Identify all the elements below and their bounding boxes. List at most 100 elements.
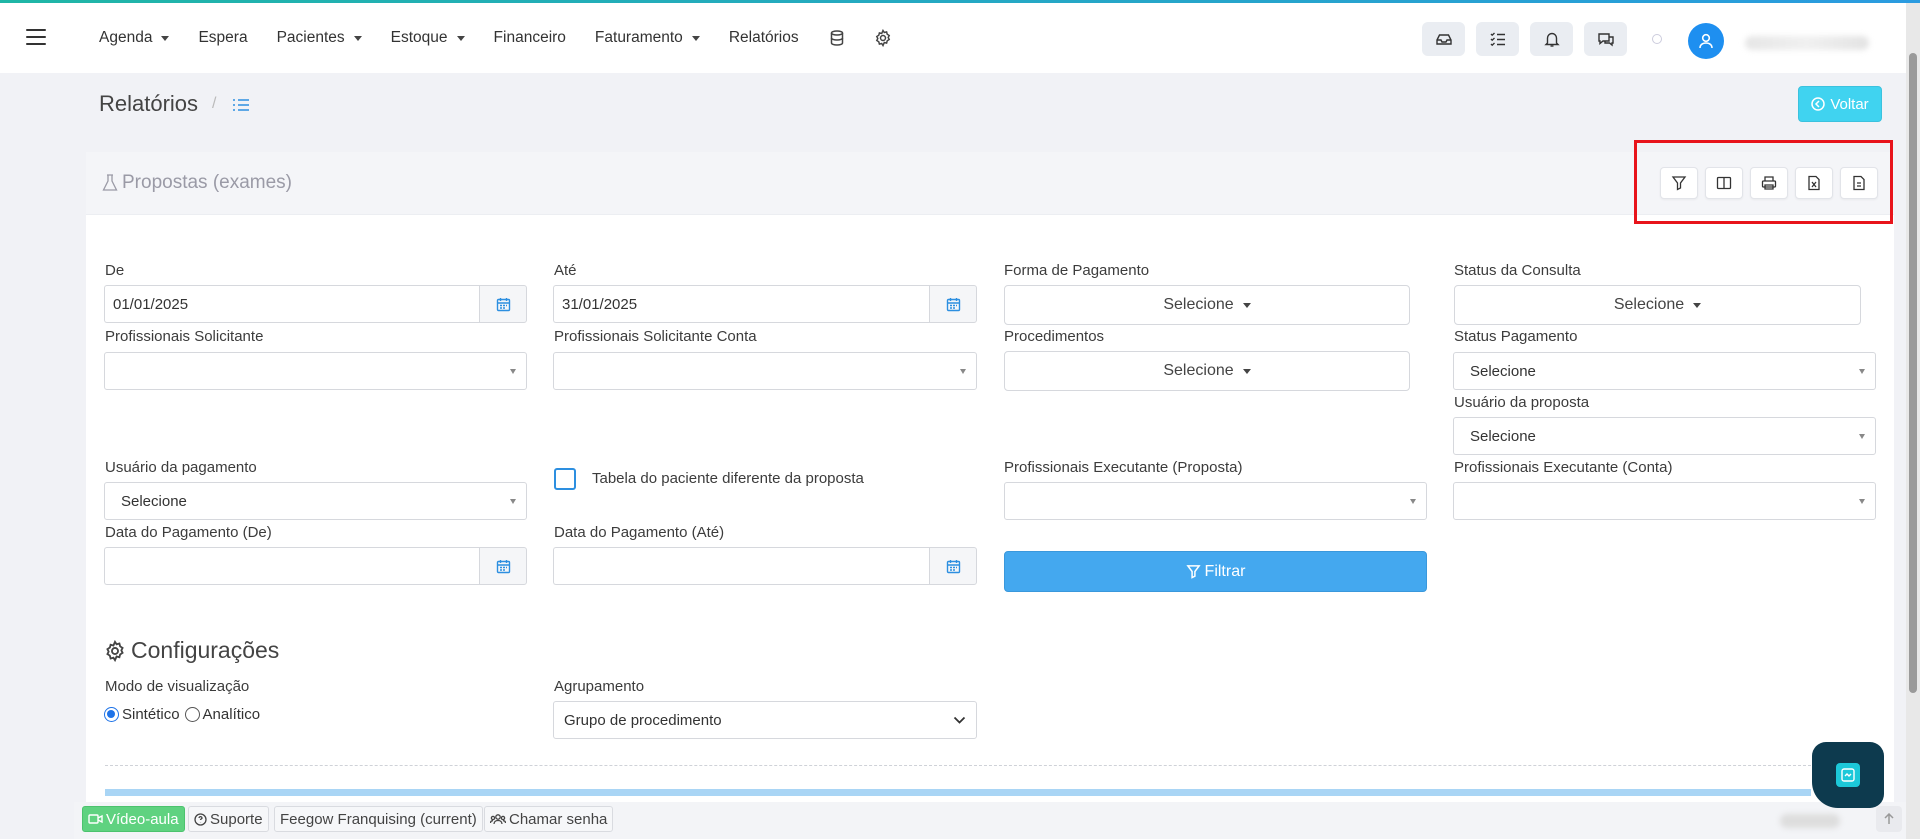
scrollbar-thumb[interactable] <box>1909 53 1917 693</box>
dropdown-arrow-icon <box>1410 499 1416 504</box>
procedimentos-select[interactable]: Selecione <box>1004 351 1410 391</box>
page-scrollbar[interactable] <box>1906 3 1920 839</box>
columns-button[interactable] <box>1705 167 1743 199</box>
caret-down-icon <box>456 35 465 41</box>
chamar-senha-button[interactable]: Chamar senha <box>484 806 614 832</box>
bell-icon <box>1543 32 1560 47</box>
status-consulta-label: Status da Consulta <box>1454 262 1581 279</box>
ate-label: Até <box>554 262 577 279</box>
franquia-label: Feegow Franquising (current) <box>280 810 477 828</box>
results-table-header <box>105 789 1811 796</box>
user-avatar[interactable] <box>1688 23 1724 59</box>
data-pag-de-label: Data do Pagamento (De) <box>105 524 272 541</box>
forma-pagamento-select[interactable]: Selecione <box>1004 285 1410 325</box>
inbox-icon <box>1435 34 1452 45</box>
franquia-button[interactable]: Feegow Franquising (current) <box>274 806 483 832</box>
gear-icon[interactable] <box>874 29 892 47</box>
tabela-paciente-label: Tabela do paciente diferente da proposta <box>592 470 864 487</box>
arrow-up-icon <box>1884 813 1894 824</box>
prof-solicitante-label: Profissionais Solicitante <box>105 328 264 345</box>
radio-sintetico[interactable] <box>104 707 119 722</box>
menu-pacientes[interactable]: Pacientes <box>277 29 362 47</box>
filter-icon <box>1185 565 1201 579</box>
flask-icon <box>102 174 118 191</box>
back-button[interactable]: Voltar <box>1798 86 1882 122</box>
video-aula-label: Vídeo-aula <box>106 810 179 828</box>
menu-label: Faturamento <box>594 29 683 46</box>
calendar-button[interactable] <box>929 547 977 585</box>
database-icon[interactable] <box>828 29 846 47</box>
top-navbar: Agenda Espera Pacientes Estoque Financei… <box>0 3 1906 73</box>
checklist-button[interactable] <box>1476 22 1519 56</box>
prof-solicitante-conta-select[interactable] <box>553 352 977 390</box>
ate-date-field[interactable]: 31/01/2025 <box>553 285 929 323</box>
print-button[interactable] <box>1750 167 1788 199</box>
menu-agenda[interactable]: Agenda <box>99 29 170 47</box>
video-aula-button[interactable]: Vídeo-aula <box>82 806 185 832</box>
chat-icon <box>1597 33 1614 47</box>
data-pag-ate-input[interactable] <box>553 547 977 585</box>
filtrar-button[interactable]: Filtrar <box>1004 551 1427 592</box>
usuario-pagamento-select[interactable]: Selecione <box>104 482 527 520</box>
radio-sintetico-label: Sintético <box>122 706 180 723</box>
filtrar-label: Filtrar <box>1204 562 1246 580</box>
select-value: Grupo de procedimento <box>564 711 722 729</box>
calendar-icon <box>946 297 960 311</box>
export-excel-button[interactable] <box>1795 167 1833 199</box>
data-pag-ate-field[interactable] <box>553 547 929 585</box>
list-icon[interactable] <box>232 97 250 113</box>
data-pag-de-field[interactable] <box>104 547 479 585</box>
hamburger-menu-icon[interactable] <box>26 29 46 45</box>
header-actions <box>1422 22 1662 56</box>
prof-exec-conta-select[interactable] <box>1453 482 1876 520</box>
chamar-senha-label: Chamar senha <box>509 810 608 828</box>
menu-espera[interactable]: Espera <box>198 29 247 47</box>
menu-financeiro[interactable]: Financeiro <box>494 29 566 47</box>
export-pdf-button[interactable] <box>1840 167 1878 199</box>
procedimentos-label: Procedimentos <box>1004 328 1105 345</box>
status-consulta-select[interactable]: Selecione <box>1454 285 1861 325</box>
config-title: Configurações <box>104 637 279 664</box>
prof-solicitante-conta-label: Profissionais Solicitante Conta <box>554 328 757 345</box>
menu-relatorios[interactable]: Relatórios <box>729 29 799 47</box>
calendar-button[interactable] <box>479 285 527 323</box>
usuario-proposta-select[interactable]: Selecione <box>1453 417 1876 455</box>
modo-radio-group: Sintético Analítico <box>104 706 260 723</box>
menu-estoque[interactable]: Estoque <box>391 29 465 47</box>
menu-label: Relatórios <box>728 29 799 46</box>
footer-bar: Vídeo-aula Suporte Feegow Franquising (c… <box>74 802 1906 839</box>
select-value: Selecione <box>1613 296 1685 313</box>
suporte-label: Suporte <box>210 810 263 828</box>
calendar-button[interactable] <box>479 547 527 585</box>
data-pag-de-input[interactable] <box>104 547 527 585</box>
data-pag-ate-label: Data do Pagamento (Até) <box>554 524 725 541</box>
radio-analitico[interactable] <box>184 707 200 722</box>
menu-faturamento[interactable]: Faturamento <box>595 29 700 47</box>
agrupamento-select[interactable]: Grupo de procedimento <box>553 701 977 739</box>
forma-pagamento-label: Forma de Pagamento <box>1004 262 1150 279</box>
prof-exec-proposta-select[interactable] <box>1004 482 1427 520</box>
floating-help-button[interactable] <box>1812 742 1884 808</box>
ate-date-input[interactable]: 31/01/2025 <box>553 285 977 323</box>
status-pagamento-select[interactable]: Selecione <box>1453 352 1876 390</box>
suporte-button[interactable]: Suporte <box>188 806 269 832</box>
menu-label: Financeiro <box>493 29 566 46</box>
user-icon <box>1699 33 1713 49</box>
tabela-paciente-checkbox[interactable] <box>554 468 576 490</box>
de-date-field[interactable]: 01/01/2025 <box>104 285 479 323</box>
chat-button[interactable] <box>1584 22 1627 56</box>
inbox-button[interactable] <box>1422 22 1465 56</box>
breadcrumb-separator: / <box>212 95 217 112</box>
filter-button[interactable] <box>1660 167 1698 199</box>
caret-down-icon <box>1242 302 1251 308</box>
calendar-icon <box>496 297 510 311</box>
notifications-button[interactable] <box>1530 22 1573 56</box>
select-value: Selecione <box>1470 427 1536 445</box>
prof-solicitante-select[interactable] <box>104 352 527 390</box>
de-date-input[interactable]: 01/01/2025 <box>104 285 527 323</box>
scroll-top-button[interactable] <box>1876 806 1902 832</box>
dropdown-arrow-icon <box>960 369 966 374</box>
calendar-button[interactable] <box>929 285 977 323</box>
page-title: Relatórios <box>99 91 199 116</box>
card-tools <box>1660 167 1878 199</box>
